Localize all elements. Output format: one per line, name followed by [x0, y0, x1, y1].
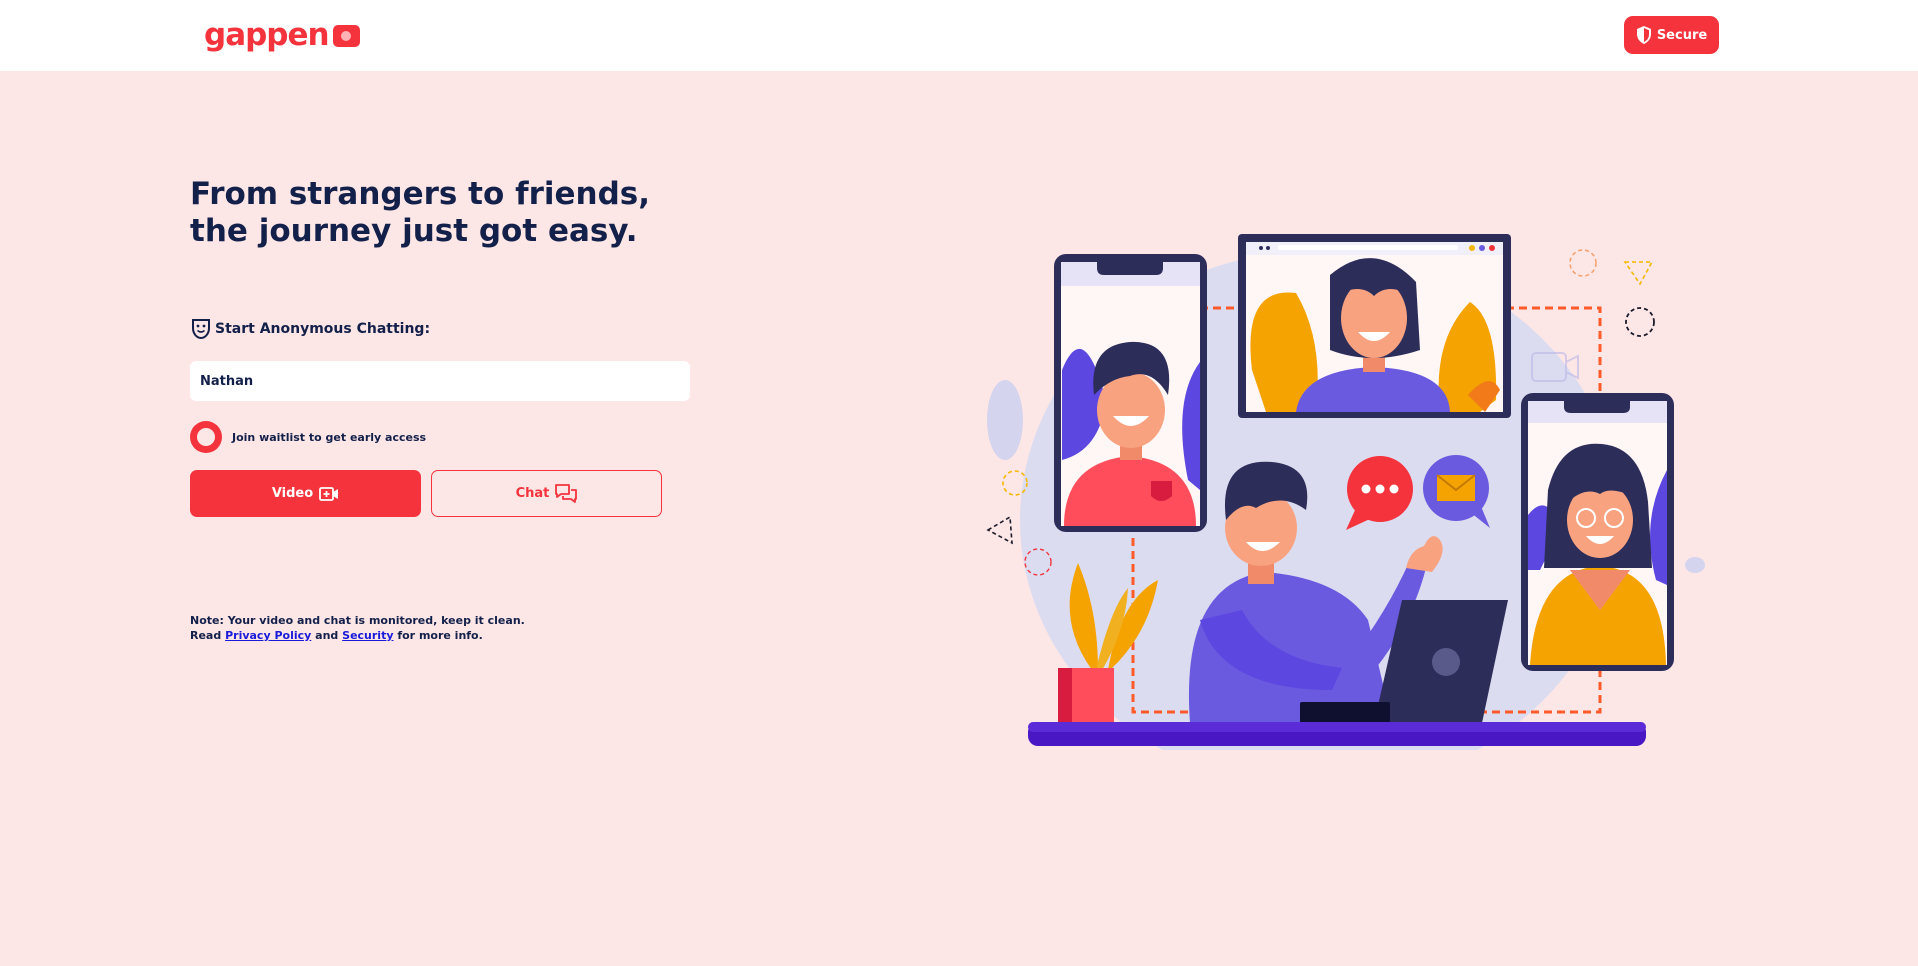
- waitlist-radio[interactable]: [190, 421, 222, 453]
- note-read: Read: [190, 629, 222, 642]
- headline-line-2: the journey just got easy.: [190, 213, 638, 249]
- secure-label: Secure: [1656, 27, 1708, 43]
- privacy-policy-link[interactable]: Privacy Policy: [225, 629, 311, 642]
- shield-icon: [1636, 26, 1651, 44]
- waitlist-label: Join waitlist to get early access: [232, 430, 427, 444]
- chat-label: Chat: [515, 486, 550, 501]
- video-label: Video: [271, 486, 314, 501]
- decor-circle-black: [1625, 307, 1655, 337]
- decor-triangle-yellow: [1623, 261, 1654, 286]
- top-header: gappen Secure: [0, 0, 1918, 71]
- desk-top: [1028, 722, 1646, 732]
- mask-icon: [192, 319, 210, 340]
- video-button[interactable]: Video: [190, 470, 421, 517]
- headline-line-1: From strangers to friends,: [190, 176, 650, 212]
- note-and: and: [315, 629, 339, 642]
- note-suffix: for more info.: [397, 629, 483, 642]
- anonymous-chat-heading: Start Anonymous Chatting:: [191, 318, 430, 340]
- name-input[interactable]: [190, 361, 690, 401]
- note-line-1: Note: Your video and chat is monitored, …: [190, 614, 525, 627]
- security-link[interactable]: Security: [342, 629, 393, 642]
- secure-button[interactable]: Secure: [1624, 16, 1719, 54]
- note-line-2: Read Privacy Policy and Security for mor…: [190, 628, 525, 643]
- left-phone: [1054, 254, 1207, 532]
- background-blob-small: [987, 380, 1023, 460]
- right-phone: [1521, 393, 1674, 671]
- page-title: From strangers to friends, the journey j…: [190, 176, 750, 250]
- top-window: [1238, 234, 1511, 418]
- video-chat-illustration: [986, 234, 1705, 750]
- waitlist-option[interactable]: Join waitlist to get early access: [190, 421, 426, 453]
- chat-button[interactable]: Chat: [431, 470, 662, 517]
- logo-text: gappen: [204, 17, 330, 53]
- chat-bubbles-icon: [555, 483, 578, 503]
- camera-icon: [332, 25, 360, 47]
- brand-logo[interactable]: gappen: [204, 18, 360, 52]
- section-label: Start Anonymous Chatting:: [215, 321, 431, 337]
- decor-circle-orange: [1569, 249, 1597, 277]
- decor-triangle-black: [986, 515, 1013, 545]
- video-plus-icon: [319, 486, 339, 501]
- moderation-note: Note: Your video and chat is monitored, …: [190, 613, 525, 643]
- background-blob-dot: [1685, 557, 1705, 573]
